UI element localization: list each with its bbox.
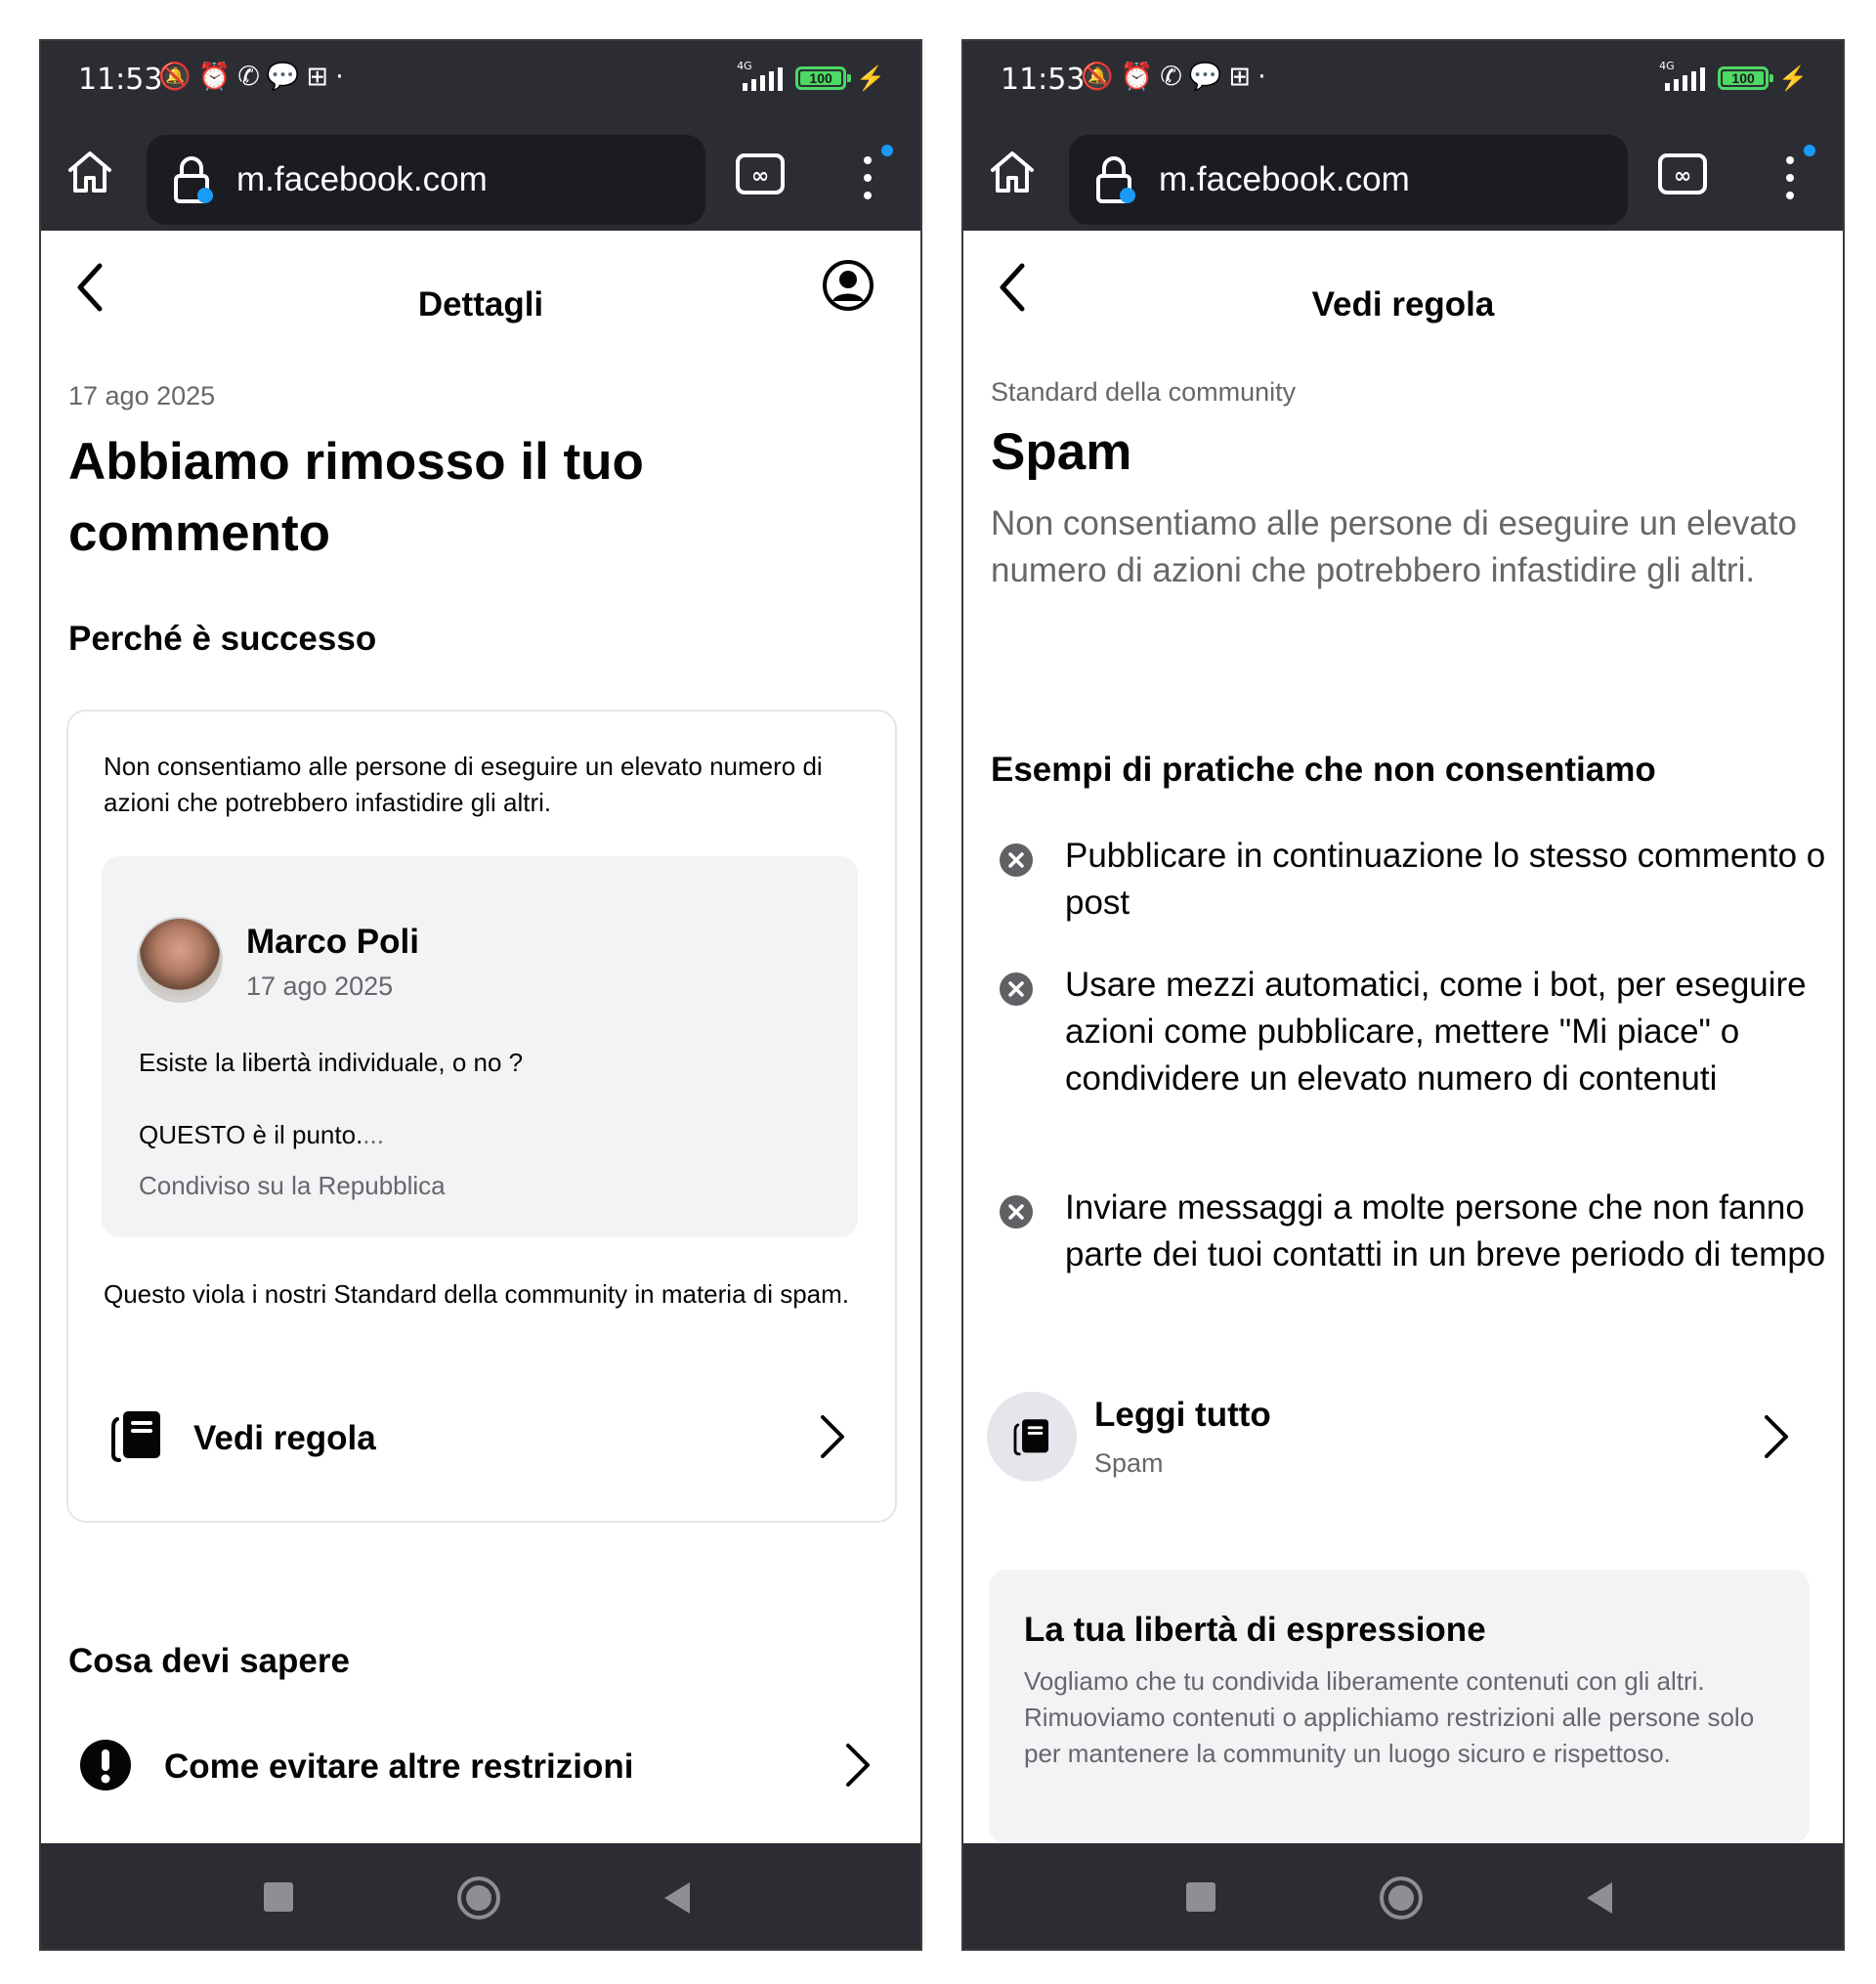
menu-badge xyxy=(1804,145,1815,156)
status-time: 11:53 xyxy=(1001,63,1086,97)
charging-icon: ⚡ xyxy=(1778,65,1808,92)
exclamation-icon[interactable] xyxy=(78,1738,133,1792)
read-all-link[interactable]: Leggi tutto xyxy=(1094,1396,1271,1435)
browser-toolbar: m.facebook.com ∞ xyxy=(39,117,922,231)
example-text: Usare mezzi automatici, come i bot, per … xyxy=(1065,966,1807,1098)
rulebook-icon[interactable] xyxy=(107,1405,166,1466)
comment-text-line2: QUESTO è il punto.... xyxy=(139,1120,384,1150)
examples-heading: Esempi di pratiche che non consentiamo xyxy=(991,751,1656,789)
tabs-icon[interactable]: ∞ xyxy=(735,152,786,195)
battery-icon: 100 xyxy=(795,66,852,90)
chevron-right-icon[interactable] xyxy=(842,1742,872,1789)
violation-text: Questo viola i nostri Standard della com… xyxy=(104,1279,850,1309)
reason-card: Non consentiamo alle persone di eseguire… xyxy=(66,710,897,1523)
status-right: 4G 100 ⚡ xyxy=(735,60,885,96)
removed-comment: Marco Poli 17 ago 2025 Esiste la libertà… xyxy=(102,856,858,1237)
battery-icon: 100 xyxy=(1718,66,1774,90)
comment-ellipsis: ... xyxy=(362,1120,384,1149)
removal-title: Abbiamo rimosso il tuo commento xyxy=(68,433,644,562)
read-all-subtitle: Spam xyxy=(1094,1448,1164,1478)
url-bar[interactable]: m.facebook.com xyxy=(1069,135,1628,225)
left-screen: 11:53 🔕⏰✆💬⊞· 4G 100 ⚡ m.facebook.com ∞ D… xyxy=(39,39,922,1951)
view-rule-link[interactable]: Vedi regola xyxy=(193,1419,376,1458)
home-icon[interactable] xyxy=(63,145,117,199)
comment-author: Marco Poli xyxy=(246,923,419,961)
browser-toolbar: m.facebook.com ∞ xyxy=(961,117,1845,231)
navigation-bar xyxy=(39,1843,922,1951)
rule-description: Non consentiamo alle persone di eseguire… xyxy=(991,504,1797,589)
why-heading: Perché è successo xyxy=(68,620,377,658)
right-screen: 11:53 🔕⏰✆💬⊞· 4G 100 ⚡ m.facebook.com ∞ V… xyxy=(961,39,1845,1951)
avatar xyxy=(137,917,223,1003)
x-circle-icon xyxy=(1000,1195,1033,1229)
example-text: Inviare messaggi a molte persone che non… xyxy=(1065,1188,1826,1273)
notification-icons: 🔕⏰✆💬⊞· xyxy=(158,62,351,92)
home-icon[interactable] xyxy=(985,145,1040,199)
battery-level: 100 xyxy=(1731,70,1755,86)
x-circle-icon xyxy=(1000,972,1033,1006)
rule-title: Spam xyxy=(991,423,1132,481)
page-title: Vedi regola xyxy=(1311,285,1495,323)
x-circle-icon xyxy=(1000,843,1033,877)
lock-icon[interactable] xyxy=(170,154,217,205)
back-button[interactable] xyxy=(1587,1882,1612,1914)
freedom-of-expression-box: La tua libertà di espressione Vogliamo c… xyxy=(989,1570,1810,1843)
home-button[interactable] xyxy=(457,1876,500,1919)
url-text[interactable]: m.facebook.com xyxy=(1159,160,1410,199)
freedom-text: Vogliamo che tu condivida liberamente co… xyxy=(1024,1666,1755,1768)
more-options-icon[interactable] xyxy=(1770,149,1810,207)
comment-date: 17 ago 2025 xyxy=(246,971,394,1001)
more-options-icon[interactable] xyxy=(848,149,887,207)
notification-icons: 🔕⏰✆💬⊞· xyxy=(1081,62,1273,92)
know-heading: Cosa devi sapere xyxy=(68,1642,350,1680)
chevron-right-icon[interactable] xyxy=(817,1413,846,1460)
svg-text:∞: ∞ xyxy=(1674,164,1691,189)
comment-text: QUESTO è il punto. xyxy=(139,1120,363,1149)
signal-icon: 4G xyxy=(735,60,786,95)
url-bar[interactable]: m.facebook.com xyxy=(147,135,705,225)
standard-category: Standard della community xyxy=(991,377,1297,407)
profile-icon[interactable] xyxy=(821,258,875,313)
comment-text-line1: Esiste la libertà individuale, o no ? xyxy=(139,1048,524,1077)
reason-description: Non consentiamo alle persone di eseguire… xyxy=(104,752,823,817)
menu-badge xyxy=(881,145,893,156)
status-right: 4G 100 ⚡ xyxy=(1657,60,1808,96)
lock-icon[interactable] xyxy=(1092,154,1139,205)
example-text: Pubblicare in continuazione lo stesso co… xyxy=(1065,837,1826,922)
signal-icon: 4G xyxy=(1657,60,1708,95)
rulebook-icon xyxy=(1013,1419,1049,1456)
tabs-icon[interactable]: ∞ xyxy=(1657,152,1708,195)
status-time: 11:53 xyxy=(78,63,163,97)
comment-shared-on: Condiviso su la Repubblica xyxy=(139,1171,446,1200)
navigation-bar xyxy=(961,1843,1845,1951)
recents-button[interactable] xyxy=(1186,1882,1215,1912)
removal-date: 17 ago 2025 xyxy=(68,381,216,410)
chevron-right-icon[interactable] xyxy=(1761,1413,1790,1460)
page-header: Vedi regola xyxy=(961,231,1845,348)
svg-text:∞: ∞ xyxy=(751,164,769,189)
avoid-restrictions-link[interactable]: Come evitare altre restrizioni xyxy=(164,1747,633,1787)
back-button[interactable] xyxy=(664,1882,690,1914)
url-text[interactable]: m.facebook.com xyxy=(236,160,488,199)
status-bar: 11:53 🔕⏰✆💬⊞· 4G 100 ⚡ xyxy=(961,39,1845,117)
freedom-title: La tua libertà di espressione xyxy=(1024,1611,1486,1649)
page-header: Dettagli xyxy=(39,231,922,348)
charging-icon: ⚡ xyxy=(856,65,885,92)
page-title: Dettagli xyxy=(417,285,544,323)
status-bar: 11:53 🔕⏰✆💬⊞· 4G 100 ⚡ xyxy=(39,39,922,117)
read-all-icon-bg[interactable] xyxy=(987,1392,1077,1482)
recents-button[interactable] xyxy=(264,1882,293,1912)
home-button[interactable] xyxy=(1380,1876,1423,1919)
battery-level: 100 xyxy=(809,70,832,86)
